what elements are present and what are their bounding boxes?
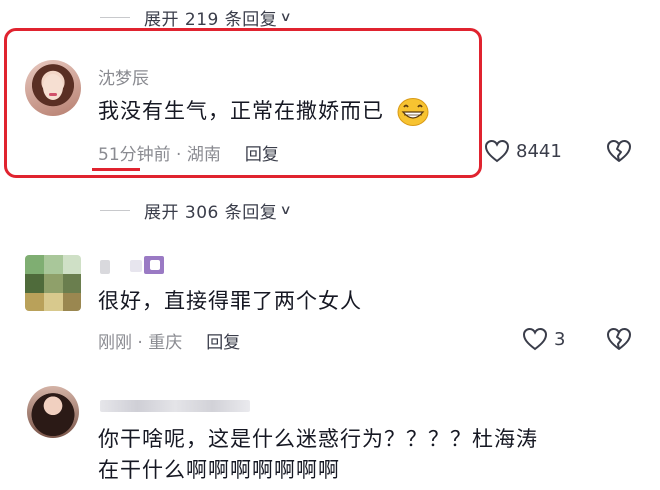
expand-replies-219[interactable]: 展开 219 条回复 ∨: [100, 5, 293, 30]
avatar[interactable]: [27, 386, 79, 438]
comment-time: 刚刚: [98, 333, 132, 353]
divider-line: [100, 17, 130, 18]
broken-heart-icon[interactable]: [606, 327, 632, 351]
comment-text-line: 你干啥呢，这是什么迷惑行为？？？？杜海涛: [98, 427, 538, 451]
broken-heart-icon[interactable]: [606, 139, 632, 163]
comment-text: 你干啥呢，这是什么迷惑行为？？？？杜海涛 在干什么啊啊啊啊啊啊啊: [98, 424, 538, 486]
underline-annotation: [92, 168, 140, 171]
divider-line: [100, 210, 130, 211]
heart-icon: [484, 139, 510, 163]
like-count: 3: [554, 328, 566, 350]
comment-location: 重庆: [148, 333, 183, 353]
like-button[interactable]: 3: [522, 327, 565, 351]
expand-replies-label: 展开 219 条回复: [144, 10, 278, 30]
comment-text: 很好，直接得罪了两个女人: [98, 289, 362, 313]
comment-meta: 刚刚 · 重庆 回复: [98, 328, 240, 353]
like-count: 8441: [516, 140, 562, 162]
heart-icon: [522, 327, 548, 351]
like-button[interactable]: 8441: [484, 139, 562, 163]
avatar[interactable]: [25, 255, 81, 311]
expand-replies-306[interactable]: 展开 306 条回复 ∨: [100, 198, 293, 223]
chevron-down-icon: ∨: [279, 10, 293, 25]
expand-replies-label: 展开 306 条回复: [144, 203, 278, 223]
highlight-annotation-box: [4, 28, 482, 178]
reply-button[interactable]: 回复: [206, 328, 240, 353]
comment-text-line: 在干什么啊啊啊啊啊啊啊: [98, 458, 340, 482]
chevron-down-icon: ∨: [279, 203, 293, 218]
comment-time-location: 刚刚 · 重庆: [98, 333, 183, 353]
